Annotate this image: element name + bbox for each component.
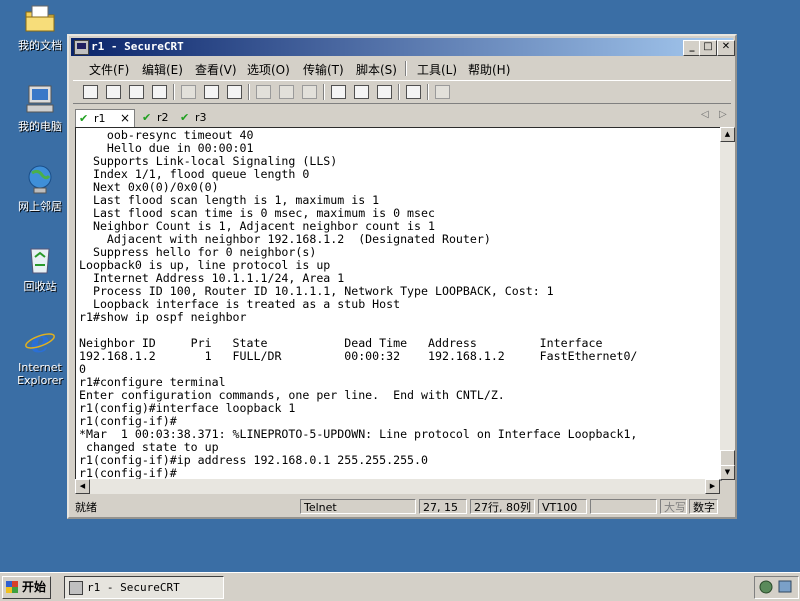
toolbar-separator: [398, 84, 400, 100]
svg-text:e: e: [30, 325, 49, 356]
menu-view[interactable]: 查看(V): [195, 61, 237, 78]
menu-script[interactable]: 脚本(S): [356, 61, 397, 78]
quick-connect-icon[interactable]: [104, 84, 122, 100]
window-title: r1 - SecureCRT: [91, 40, 184, 53]
desktop-icon-my-documents[interactable]: 我的文档: [8, 2, 72, 52]
find-icon[interactable]: [225, 84, 243, 100]
connect-tab-icon[interactable]: [127, 84, 145, 100]
session-options-icon[interactable]: [329, 84, 347, 100]
tab-r2[interactable]: ✔ r2: [139, 109, 179, 126]
scroll-up-icon[interactable]: ▲: [720, 127, 735, 142]
status-ready: 就绪: [75, 501, 97, 514]
scroll-left-icon[interactable]: ◀: [75, 479, 90, 494]
desktop-icon-label: 我的电脑: [18, 120, 62, 133]
internet-explorer-icon: e: [25, 325, 55, 360]
menu-file[interactable]: 文件(F): [89, 61, 129, 78]
desktop-icon-label: Explorer: [17, 374, 63, 387]
horizontal-scrollbar[interactable]: ◀ ▶: [75, 479, 720, 494]
desktop-icon-recycle-bin[interactable]: 回收站: [8, 243, 72, 293]
title-bar[interactable]: r1 - SecureCRT _ □ ✕: [71, 38, 735, 56]
global-options-icon[interactable]: [352, 84, 370, 100]
recycle-bin-icon: [30, 248, 50, 274]
terminal-screen[interactable]: oob-resync timeout 40 Hello due in 00:00…: [75, 127, 722, 481]
tab-close-icon[interactable]: ×: [120, 110, 130, 127]
connected-check-icon: ✔: [180, 111, 190, 124]
desktop-icon-network-places[interactable]: 网上邻居: [8, 163, 72, 213]
menu-separator: [405, 61, 407, 76]
menu-bar: 文件(F) 编辑(E) 查看(V) 选项(O) 传输(T) 脚本(S) 工具(L…: [73, 58, 731, 78]
taskbar-button-label: r1 - SecureCRT: [87, 581, 180, 594]
scroll-thumb[interactable]: [720, 450, 735, 466]
desktop-icon-internet-explorer[interactable]: e Internet Explorer: [8, 324, 72, 387]
connected-check-icon: ✔: [79, 112, 89, 125]
desktop-icon-label: 回收站: [23, 280, 57, 293]
help-icon[interactable]: [404, 84, 422, 100]
toolbar: [73, 80, 731, 104]
menu-tools[interactable]: 工具(L): [417, 61, 457, 78]
connect-icon[interactable]: [81, 84, 99, 100]
tab-scroll-right-icon[interactable]: ▷: [719, 109, 727, 120]
status-caps-lock: 大写: [660, 499, 687, 514]
toolbar-separator: [427, 84, 429, 100]
toolbar-separator: [323, 84, 325, 100]
scroll-down-icon[interactable]: ▼: [720, 465, 735, 480]
scroll-right-icon[interactable]: ▶: [705, 479, 720, 494]
disconnect-icon[interactable]: [150, 84, 168, 100]
maximize-button[interactable]: □: [699, 40, 717, 56]
tab-label: r2: [157, 111, 169, 124]
terminal-output: oob-resync timeout 40 Hello due in 00:00…: [79, 129, 637, 480]
vertical-scrollbar[interactable]: ▲ ▼: [720, 127, 735, 480]
menu-options[interactable]: 选项(O): [247, 61, 290, 78]
status-emulation: VT100: [538, 499, 587, 514]
close-button[interactable]: ✕: [717, 40, 735, 56]
menu-transfer[interactable]: 传输(T): [303, 61, 344, 78]
start-button[interactable]: 开始: [2, 576, 51, 599]
tray-icons: [759, 580, 792, 594]
network-places-icon: [28, 165, 52, 194]
my-computer-icon: [26, 85, 54, 113]
menu-edit[interactable]: 编辑(E): [142, 61, 183, 78]
paste-icon[interactable]: [202, 84, 220, 100]
tab-label: r3: [195, 111, 207, 124]
system-tray: [754, 576, 799, 599]
print-setup-icon[interactable]: [300, 84, 318, 100]
tab-r1[interactable]: ✔ r1 ×: [75, 109, 135, 127]
desktop-icon-my-computer[interactable]: 我的电脑: [8, 83, 72, 133]
status-cursor-position: 27, 15: [419, 499, 467, 514]
tab-scroll-left-icon[interactable]: ◁: [701, 109, 709, 120]
toolbar-separator: [173, 84, 175, 100]
network-status-icon: [759, 580, 773, 594]
start-label: 开始: [22, 580, 47, 594]
tab-label: r1: [94, 112, 106, 125]
status-terminal-size: 27行, 80列: [470, 499, 535, 514]
tab-r3[interactable]: ✔ r3: [177, 109, 217, 126]
toolbar-separator: [248, 84, 250, 100]
taskbar: 开始 r1 - SecureCRT: [0, 572, 800, 601]
my-documents-icon: [25, 5, 55, 32]
desktop-icon-label: 我的文档: [18, 39, 62, 52]
desktop-icon-label: 网上邻居: [18, 200, 62, 213]
windows-logo-icon: [6, 581, 18, 593]
desktop-icon-label: Internet: [18, 361, 62, 374]
securecrt-app-icon[interactable]: [74, 40, 89, 55]
securecrt-window: r1 - SecureCRT _ □ ✕ 文件(F) 编辑(E) 查看(V) 选…: [67, 34, 737, 519]
volume-icon: [778, 580, 792, 593]
sftp-icon[interactable]: [433, 84, 451, 100]
print-selection-icon[interactable]: [277, 84, 295, 100]
copy-icon[interactable]: [179, 84, 197, 100]
terminal-line: 192.168.1.2 1 FULL/DR 00:00:32 192.168.1…: [79, 349, 638, 363]
status-num-lock: 数字: [689, 499, 718, 514]
status-protocol: Telnet: [300, 499, 416, 514]
connected-check-icon: ✔: [142, 111, 152, 124]
terminal-line: r1#show ip ospf neighbor: [79, 310, 247, 324]
print-icon[interactable]: [254, 84, 272, 100]
menu-help[interactable]: 帮助(H): [468, 61, 510, 78]
status-bar: 就绪 Telnet 27, 15 27行, 80列 VT100 大写 数字: [71, 497, 733, 517]
taskbar-button-securecrt[interactable]: r1 - SecureCRT: [64, 576, 224, 599]
session-tab-bar: ✔ r1 × ✔ r2 ✔ r3 ◁ ▷: [73, 107, 731, 127]
keymap-icon[interactable]: [375, 84, 393, 100]
securecrt-app-icon: [69, 581, 83, 595]
status-blank-field: [590, 499, 657, 514]
